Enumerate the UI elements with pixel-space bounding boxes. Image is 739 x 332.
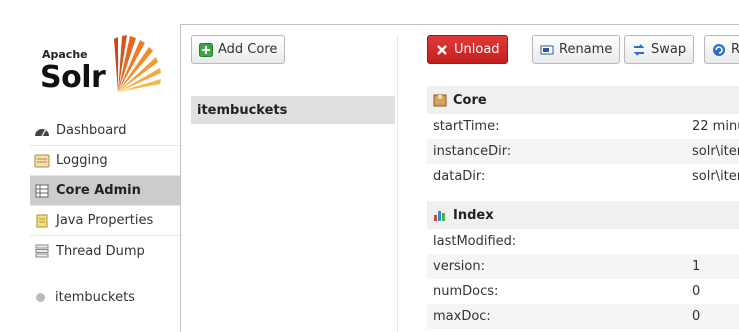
core-list: Add Core itembuckets xyxy=(191,35,396,124)
add-core-label: Add Core xyxy=(218,42,278,57)
detail-row: lastModified: xyxy=(427,229,739,254)
detail-row: startTime: 22 minu xyxy=(427,114,739,139)
detail-key: numDocs: xyxy=(433,284,499,299)
detail-value: 22 minu xyxy=(692,119,739,134)
index-section-header: Index xyxy=(427,201,739,229)
detail-key: maxDoc: xyxy=(433,309,491,324)
sidebar-item-core-admin[interactable]: Core Admin xyxy=(30,176,181,206)
core-selector[interactable]: itembuckets xyxy=(30,284,181,310)
core-status-dot-icon xyxy=(36,292,45,302)
reload-label: R xyxy=(731,42,739,57)
detail-key: dataDir: xyxy=(433,169,486,184)
swap-icon xyxy=(632,43,646,57)
detail-value: solr\iten xyxy=(692,144,739,159)
unload-button[interactable]: Unload xyxy=(427,35,508,64)
detail-key: lastModified: xyxy=(433,234,517,249)
unload-icon xyxy=(435,43,449,57)
solr-sunburst-icon xyxy=(114,35,161,92)
swap-button[interactable]: Swap xyxy=(624,35,695,64)
sidebar-item-label: Logging xyxy=(56,153,108,168)
detail-row: dataDir: solr\iten xyxy=(427,164,739,189)
sidebar-item-label: Core Admin xyxy=(56,183,141,198)
rename-icon xyxy=(540,43,554,57)
detail-row: numDocs: 0 xyxy=(427,279,739,304)
sidebar-item-dashboard[interactable]: Dashboard xyxy=(30,116,181,146)
logo-solr-text: Solr xyxy=(40,60,106,95)
sidebar-item-logging[interactable]: Logging xyxy=(30,146,181,176)
reload-button[interactable]: R xyxy=(704,35,739,64)
core-selector-label: itembuckets xyxy=(55,289,135,305)
detail-value: 0 xyxy=(692,309,701,324)
detail-value: 1 xyxy=(692,259,701,274)
rename-button[interactable]: Rename xyxy=(532,35,621,64)
add-icon xyxy=(199,42,213,57)
core-section-title: Core xyxy=(453,92,487,108)
detail-row: instanceDir: solr\iten xyxy=(427,139,739,164)
reload-icon xyxy=(712,43,726,57)
detail-key: instanceDir: xyxy=(433,144,512,159)
core-admin-icon xyxy=(34,184,50,198)
core-section-header: Core xyxy=(427,86,739,114)
core-toolbar: Unload Rename Swap R xyxy=(427,35,739,65)
core-details: Core startTime: 22 minu instanceDir: sol… xyxy=(427,86,739,329)
detail-value: solr\iten xyxy=(692,169,739,184)
sidebar-item-label: Thread Dump xyxy=(56,243,145,259)
java-properties-icon xyxy=(34,214,50,228)
logging-icon xyxy=(34,154,50,168)
sidebar-item-thread-dump[interactable]: Thread Dump xyxy=(30,236,181,266)
dashboard-icon xyxy=(34,124,50,138)
detail-key: version: xyxy=(433,259,485,274)
sidebar-item-label: Java Properties xyxy=(56,213,154,228)
rename-label: Rename xyxy=(559,42,613,57)
detail-key: startTime: xyxy=(433,119,500,134)
swap-label: Swap xyxy=(651,42,687,57)
detail-row: maxDoc: 0 xyxy=(427,304,739,329)
sidebar-nav: Dashboard Logging Core Admin Java Proper… xyxy=(30,116,181,266)
sidebar-item-java-properties[interactable]: Java Properties xyxy=(30,206,181,236)
unload-label: Unload xyxy=(454,42,500,57)
index-section-title: Index xyxy=(453,207,494,223)
bar-chart-icon xyxy=(433,208,447,222)
add-core-button[interactable]: Add Core xyxy=(191,35,286,64)
detail-value: 0 xyxy=(692,284,701,299)
panel-divider xyxy=(397,35,398,332)
core-box-icon xyxy=(433,93,447,107)
sidebar-item-label: Dashboard xyxy=(56,123,127,138)
thread-dump-icon xyxy=(34,244,50,258)
core-list-item[interactable]: itembuckets xyxy=(191,96,395,124)
main-panel: Add Core itembuckets Unload Rename Swap xyxy=(180,24,739,332)
detail-row: version: 1 xyxy=(427,254,739,279)
solr-logo[interactable]: Apache Solr xyxy=(40,30,165,100)
